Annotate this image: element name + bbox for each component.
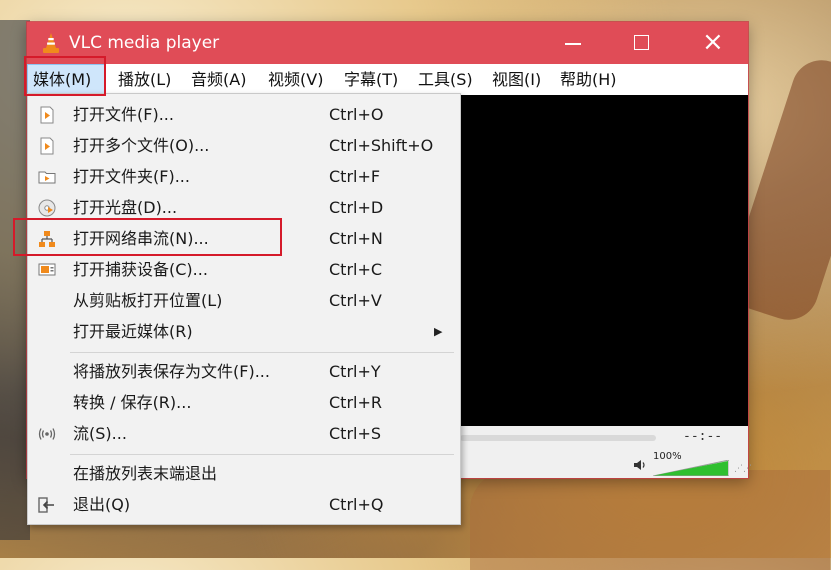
- menu-item-shortcut: Ctrl+C: [329, 260, 383, 279]
- menu-item-open-multiple-files[interactable]: 打开多个文件(O)... Ctrl+Shift+O: [28, 130, 460, 161]
- title-bar[interactable]: VLC media player ×: [27, 22, 748, 64]
- menu-video[interactable]: 视频(V): [263, 64, 328, 95]
- disc-icon: [38, 199, 56, 217]
- menu-item-quit-at-end[interactable]: 在播放列表末端退出: [28, 458, 460, 489]
- menu-item-label: 打开最近媒体(R): [73, 322, 193, 341]
- menu-item-label: 打开文件夹(F)...: [73, 167, 190, 186]
- menu-item-label: 流(S)...: [73, 424, 127, 443]
- menu-item-label: 在播放列表末端退出: [73, 464, 218, 483]
- play-file-icon: [40, 106, 54, 124]
- seek-slider[interactable]: [460, 435, 656, 441]
- menu-separator: [70, 454, 454, 455]
- menu-bar: 媒体(M) 播放(L) 音频(A) 视频(V) 字幕(T) 工具(S) 视图(I…: [27, 64, 748, 96]
- menu-item-label: 从剪贴板打开位置(L): [73, 291, 223, 310]
- menu-item-open-recent-media[interactable]: 打开最近媒体(R) ▶: [28, 316, 460, 347]
- menu-item-shortcut: Ctrl+S: [329, 424, 382, 443]
- time-display: --:--: [683, 429, 723, 444]
- menu-item-shortcut: Ctrl+V: [329, 291, 382, 310]
- submenu-arrow-icon: ▶: [434, 325, 443, 338]
- wallpaper-shape: [0, 20, 30, 540]
- folder-icon: [38, 171, 56, 184]
- minimize-button[interactable]: [549, 22, 595, 64]
- minimize-icon: [565, 43, 581, 45]
- highlight-box-media-menu: [24, 56, 106, 96]
- menu-item-label: 打开捕获设备(C)...: [73, 260, 208, 279]
- menu-item-shortcut: Ctrl+F: [329, 167, 381, 186]
- menu-item-shortcut: Ctrl+D: [329, 198, 384, 217]
- menu-item-open-capture-device[interactable]: 打开捕获设备(C)... Ctrl+C: [28, 254, 460, 285]
- capture-device-icon: [38, 263, 56, 276]
- menu-item-shortcut: Ctrl+N: [329, 229, 383, 248]
- volume-slider[interactable]: [653, 460, 729, 476]
- controls-bar: 100% ⋰⋰: [460, 450, 752, 478]
- menu-item-shortcut: Ctrl+Q: [329, 495, 384, 514]
- vlc-cone-icon: [43, 33, 59, 53]
- menu-playback[interactable]: 播放(L): [113, 64, 176, 95]
- media-dropdown-menu: 打开文件(F)... Ctrl+O 打开多个文件(O)... Ctrl+Shif…: [27, 93, 461, 525]
- menu-subtitle[interactable]: 字幕(T): [339, 64, 403, 95]
- menu-item-label: 打开文件(F)...: [73, 105, 174, 124]
- menu-item-shortcut: Ctrl+Y: [329, 362, 381, 381]
- menu-item-label: 退出(Q): [73, 495, 131, 514]
- menu-view[interactable]: 视图(I): [487, 64, 546, 95]
- menu-item-shortcut: Ctrl+R: [329, 393, 382, 412]
- menu-tools[interactable]: 工具(S): [413, 64, 478, 95]
- close-icon: ×: [702, 27, 724, 57]
- menu-item-convert-save[interactable]: 转换 / 保存(R)... Ctrl+R: [28, 387, 460, 418]
- menu-separator: [70, 352, 454, 353]
- wallpaper-shape: [470, 470, 830, 570]
- menu-help[interactable]: 帮助(H): [555, 64, 622, 95]
- maximize-button[interactable]: [618, 22, 664, 64]
- menu-item-label: 将播放列表保存为文件(F)...: [73, 362, 270, 381]
- highlight-box-network-stream: [13, 218, 282, 256]
- menu-item-save-playlist[interactable]: 将播放列表保存为文件(F)... Ctrl+Y: [28, 356, 460, 387]
- menu-item-label: 打开多个文件(O)...: [73, 136, 210, 155]
- menu-item-stream[interactable]: 流(S)... Ctrl+S: [28, 418, 460, 449]
- menu-audio[interactable]: 音频(A): [186, 64, 251, 95]
- stream-icon: [38, 428, 56, 440]
- menu-item-label: 转换 / 保存(R)...: [73, 393, 192, 412]
- window-title: VLC media player: [69, 33, 220, 53]
- maximize-icon: [634, 35, 649, 50]
- resize-grip-icon[interactable]: ⋰⋰: [734, 464, 752, 476]
- menu-item-open-folder[interactable]: 打开文件夹(F)... Ctrl+F: [28, 161, 460, 192]
- exit-icon: [38, 497, 54, 513]
- menu-item-shortcut: Ctrl+Shift+O: [329, 136, 434, 155]
- close-button[interactable]: ×: [689, 22, 735, 64]
- video-area[interactable]: [460, 95, 748, 431]
- menu-item-quit[interactable]: 退出(Q) Ctrl+Q: [28, 489, 460, 520]
- play-file-icon: [40, 137, 54, 155]
- menu-item-shortcut: Ctrl+O: [329, 105, 384, 124]
- menu-item-open-from-clipboard[interactable]: 从剪贴板打开位置(L) Ctrl+V: [28, 285, 460, 316]
- seek-bar-area: --:--: [460, 426, 748, 450]
- speaker-icon[interactable]: [633, 458, 647, 472]
- menu-item-open-file[interactable]: 打开文件(F)... Ctrl+O: [28, 99, 460, 130]
